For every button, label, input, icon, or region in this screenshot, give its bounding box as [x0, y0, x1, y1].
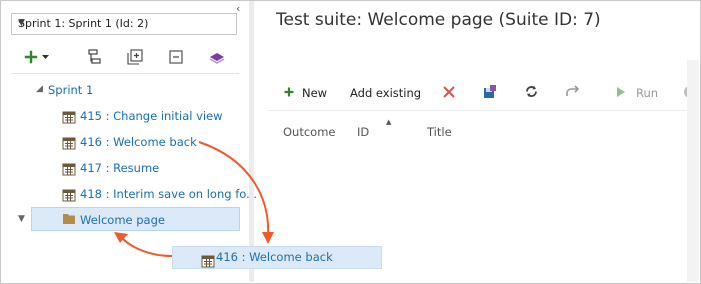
- expand-all-button[interactable]: [126, 48, 144, 66]
- work-item-icon: [209, 53, 225, 64]
- expand-toggle-icon[interactable]: ▼: [18, 214, 25, 224]
- tree-node-416[interactable]: 416 : Welcome back: [80, 135, 197, 149]
- add-icon: [284, 87, 294, 97]
- expand-all-icon: [127, 49, 143, 65]
- tree-hierarchy-icon: [88, 49, 101, 64]
- tree-node-sprint-1[interactable]: Sprint 1: [48, 83, 93, 97]
- collapse-all-icon: [169, 50, 183, 64]
- add-existing-button[interactable]: Add existing: [350, 86, 421, 100]
- expand-toggle-icon[interactable]: ◢: [36, 84, 43, 94]
- test-plan-select[interactable]: Sprint 1: Sprint 1 (Id: 2) ▼: [11, 13, 237, 35]
- requirement-suite-icon: [62, 111, 76, 124]
- work-item-button[interactable]: [207, 48, 227, 66]
- folder-icon: [63, 214, 75, 224]
- requirement-suite-icon: [62, 189, 76, 202]
- run-icon: [617, 87, 625, 97]
- new-button[interactable]: New: [302, 86, 327, 100]
- collapse-all-button[interactable]: [167, 48, 185, 66]
- toolbar-divider: [11, 73, 239, 74]
- requirement-suite-icon: [62, 163, 76, 176]
- redo-icon[interactable]: [564, 84, 580, 99]
- requirement-suite-icon: [62, 137, 76, 150]
- save-icon[interactable]: [482, 84, 498, 100]
- drag-ghost-label: 416 : Welcome back: [216, 250, 333, 264]
- add-icon: [24, 50, 49, 64]
- delete-icon[interactable]: [442, 85, 456, 99]
- chevron-down-icon: ▼: [18, 18, 25, 28]
- toolbar-divider: [268, 110, 698, 111]
- refresh-icon[interactable]: [524, 84, 539, 99]
- new-suite-button[interactable]: [24, 48, 54, 68]
- tree-node-415[interactable]: 415 : Change initial view: [80, 109, 223, 123]
- column-header-title[interactable]: Title: [427, 125, 452, 139]
- tree-node-welcome-page[interactable]: Welcome page: [80, 213, 165, 227]
- vertical-scrollbar[interactable]: [687, 60, 699, 282]
- tree-hierarchy-button[interactable]: [86, 48, 104, 66]
- requirement-suite-icon: [201, 255, 215, 268]
- run-button[interactable]: Run: [636, 86, 658, 100]
- tree-node-417[interactable]: 417 : Resume: [80, 161, 159, 175]
- column-header-outcome[interactable]: Outcome: [283, 125, 336, 139]
- pane-splitter[interactable]: [249, 1, 254, 282]
- sort-ascending-icon: ▲: [386, 118, 392, 126]
- page-title: Test suite: Welcome page (Suite ID: 7): [276, 10, 601, 30]
- tree-node-418[interactable]: 418 : Interim save on long fo...: [80, 187, 257, 201]
- column-header-id[interactable]: ID: [357, 125, 369, 139]
